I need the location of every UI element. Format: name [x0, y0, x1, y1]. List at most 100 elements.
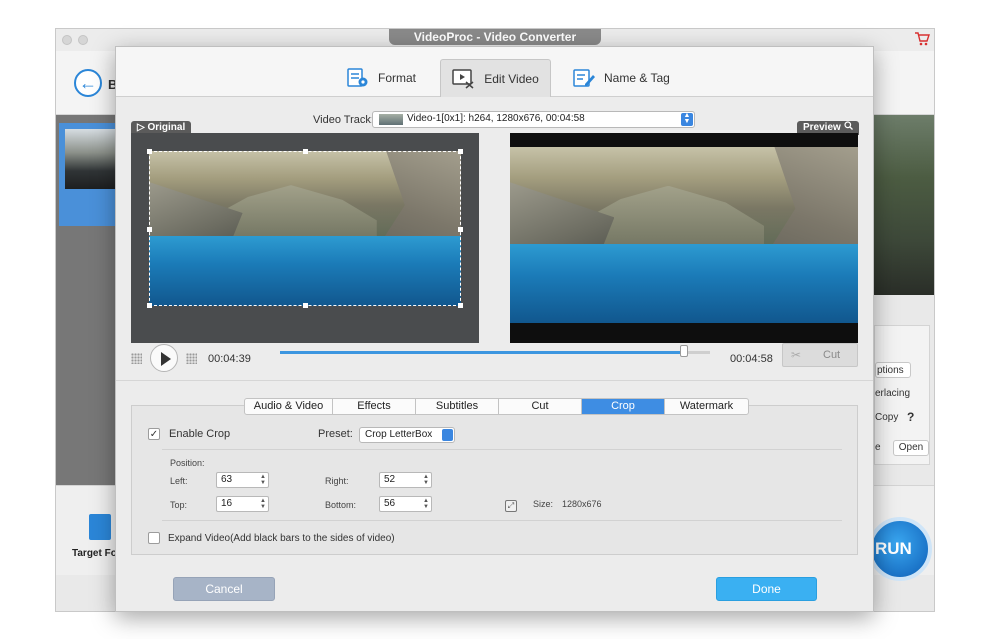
- magnifier-icon: [843, 121, 853, 133]
- tab-name-tag[interactable]: Name & Tag: [572, 59, 670, 97]
- name-tag-icon: [572, 67, 596, 89]
- bottom-label: Bottom:: [325, 500, 357, 510]
- scissors-icon: ✂: [791, 348, 802, 362]
- subtab-watermark[interactable]: Watermark: [665, 399, 748, 414]
- divider: [116, 380, 873, 381]
- options-button[interactable]: ptions: [875, 362, 911, 378]
- window-title: VideoProc - Video Converter: [389, 29, 601, 45]
- preview-video-frame: [510, 147, 858, 323]
- size-label: Size:: [533, 499, 554, 509]
- preview-thumbnail: [874, 115, 934, 295]
- divider: [162, 449, 842, 450]
- top-value: 16: [221, 498, 233, 509]
- cancel-button[interactable]: Cancel: [173, 577, 275, 601]
- expand-video-label: Expand Video(Add black bars to the sides…: [168, 533, 395, 544]
- edit-sub-tabs: Audio & Video Effects Subtitles Cut Crop…: [244, 398, 749, 415]
- stepper-arrows-icon[interactable]: ▲ ▼: [259, 474, 267, 486]
- top-stepper[interactable]: 16 ▲ ▼: [216, 496, 269, 512]
- open-button[interactable]: Open: [893, 440, 929, 456]
- crop-rectangle[interactable]: [147, 149, 463, 308]
- preview-video-panel: [510, 133, 858, 343]
- video-track-select[interactable]: Video-1[0x1]: h264, 1280x676, 00:04:58 ▲…: [372, 111, 695, 128]
- crop-handle[interactable]: [458, 303, 463, 308]
- cart-icon[interactable]: [914, 32, 930, 46]
- close-window-button[interactable]: [62, 35, 72, 45]
- bottom-value: 56: [384, 498, 396, 509]
- expand-video-checkbox[interactable]: [148, 532, 160, 544]
- back-icon[interactable]: ←: [74, 69, 102, 97]
- original-video-panel: [131, 133, 479, 343]
- left-label: Left:: [170, 476, 188, 486]
- crop-handle[interactable]: [458, 149, 463, 154]
- subtab-audio-video[interactable]: Audio & Video: [245, 399, 333, 414]
- left-stepper[interactable]: 63 ▲ ▼: [216, 472, 269, 488]
- tab-edit-video-label: Edit Video: [484, 71, 539, 86]
- preset-value: Crop LetterBox: [365, 429, 433, 440]
- preview-tag-label: Preview: [803, 122, 841, 133]
- run-label: RUN: [875, 539, 912, 558]
- subtab-effects[interactable]: Effects: [333, 399, 416, 414]
- crop-handle[interactable]: [303, 149, 308, 154]
- cut-button[interactable]: ✂ Cut: [782, 343, 858, 367]
- run-button[interactable]: RUN: [868, 517, 932, 581]
- stepper-arrows-icon[interactable]: ▲ ▼: [259, 498, 267, 510]
- tab-name-tag-label: Name & Tag: [604, 71, 670, 85]
- total-time: 00:04:58: [730, 353, 773, 365]
- playback-controls: 00:04:39 00:04:58 ✂ Cut: [116, 343, 873, 379]
- grip-icon: [131, 353, 142, 364]
- video-track-value: Video-1[0x1]: h264, 1280x676, 00:04:58: [407, 113, 585, 124]
- enable-crop-checkbox[interactable]: ✓: [148, 428, 160, 440]
- chevron-updown-icon: [442, 429, 453, 441]
- crop-handle[interactable]: [458, 227, 463, 232]
- timeline-thumb[interactable]: [680, 345, 689, 357]
- stepper-arrows-icon[interactable]: ▲ ▼: [422, 498, 430, 510]
- crop-handle[interactable]: [147, 227, 152, 232]
- top-label: Top:: [170, 500, 188, 510]
- crop-handle[interactable]: [147, 149, 152, 154]
- edit-video-icon: [452, 68, 476, 90]
- preset-label: Preset:: [318, 428, 353, 440]
- subtab-crop[interactable]: Crop: [582, 399, 665, 414]
- done-button[interactable]: Done: [716, 577, 817, 601]
- grip-icon: [186, 353, 197, 364]
- minimize-window-button[interactable]: [78, 35, 88, 45]
- target-format-icon[interactable]: [89, 514, 111, 540]
- tab-format-label: Format: [378, 71, 417, 85]
- current-time: 00:04:39: [208, 353, 251, 365]
- preset-select[interactable]: Crop LetterBox: [359, 427, 455, 443]
- size-value: 1280x676: [562, 499, 602, 509]
- right-value: 52: [384, 474, 396, 485]
- tab-edit-video[interactable]: Edit Video: [440, 59, 551, 97]
- file-list-panel: [56, 115, 117, 485]
- play-button[interactable]: [150, 344, 178, 372]
- chevron-updown-icon: ▲ ▼: [681, 112, 693, 126]
- right-label: Right:: [325, 476, 349, 486]
- help-icon[interactable]: ?: [907, 410, 914, 424]
- options-label: ptions: [877, 365, 904, 376]
- timeline-slider[interactable]: [280, 345, 710, 357]
- left-value: 63: [221, 474, 233, 485]
- crop-handle[interactable]: [147, 303, 152, 308]
- edit-video-dialog: Format Edit Video Name & Tag Video Track…: [115, 46, 874, 612]
- video-track-label: Video Track:: [313, 114, 374, 126]
- resize-icon[interactable]: ⤢: [505, 500, 517, 512]
- tab-format[interactable]: Format: [346, 59, 416, 97]
- subtab-cut[interactable]: Cut: [499, 399, 582, 414]
- target-format-label: Target Fo: [72, 548, 117, 559]
- timeline-progress: [280, 351, 685, 354]
- deinterlacing-label: erlacing: [875, 388, 911, 399]
- track-thumbnail: [379, 114, 403, 125]
- crop-handle[interactable]: [303, 303, 308, 308]
- position-label: Position:: [170, 458, 205, 468]
- options-panel: ptions erlacing Copy ? e Open: [874, 325, 930, 465]
- bottom-stepper[interactable]: 56 ▲ ▼: [379, 496, 432, 512]
- copy-label: Copy: [875, 412, 899, 423]
- right-stepper[interactable]: 52 ▲ ▼: [379, 472, 432, 488]
- format-icon: [346, 67, 370, 89]
- subtab-subtitles[interactable]: Subtitles: [416, 399, 499, 414]
- enable-crop-label: Enable Crop: [169, 428, 231, 440]
- stepper-arrows-icon[interactable]: ▲ ▼: [422, 474, 430, 486]
- video-thumbnail-item[interactable]: [59, 123, 117, 226]
- browse-label[interactable]: e: [875, 442, 881, 453]
- divider: [162, 520, 842, 521]
